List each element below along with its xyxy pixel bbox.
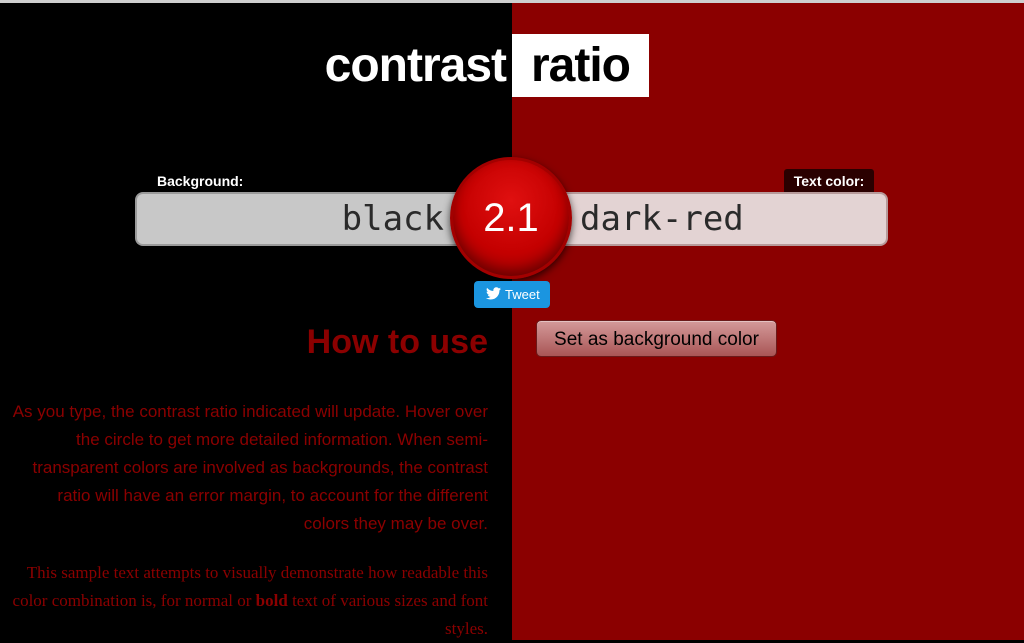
sample-text-paragraph: This sample text attempts to visually de… [0, 559, 488, 643]
contrast-ratio-result[interactable]: 2.1 [450, 157, 572, 279]
background-label: Background: [157, 173, 244, 189]
sample-text-bold: bold [255, 591, 288, 610]
window-top-border [0, 0, 1024, 3]
twitter-bird-icon [486, 282, 501, 309]
title-contrast: contrast [324, 39, 507, 92]
tweet-button[interactable]: Tweet [474, 281, 550, 308]
text-color-input[interactable] [552, 192, 888, 246]
tweet-label: Tweet [505, 287, 540, 302]
sample-text-part2: text of various sizes and font styles. [292, 591, 488, 638]
background-color-input[interactable] [135, 192, 470, 246]
set-as-background-button[interactable]: Set as background color [536, 320, 777, 357]
text-color-label: Text color: [784, 169, 874, 193]
how-to-use-heading: How to use [306, 323, 488, 361]
title-ratio: ratio [512, 34, 649, 97]
how-to-use-paragraph: As you type, the contrast ratio indicate… [12, 402, 488, 533]
